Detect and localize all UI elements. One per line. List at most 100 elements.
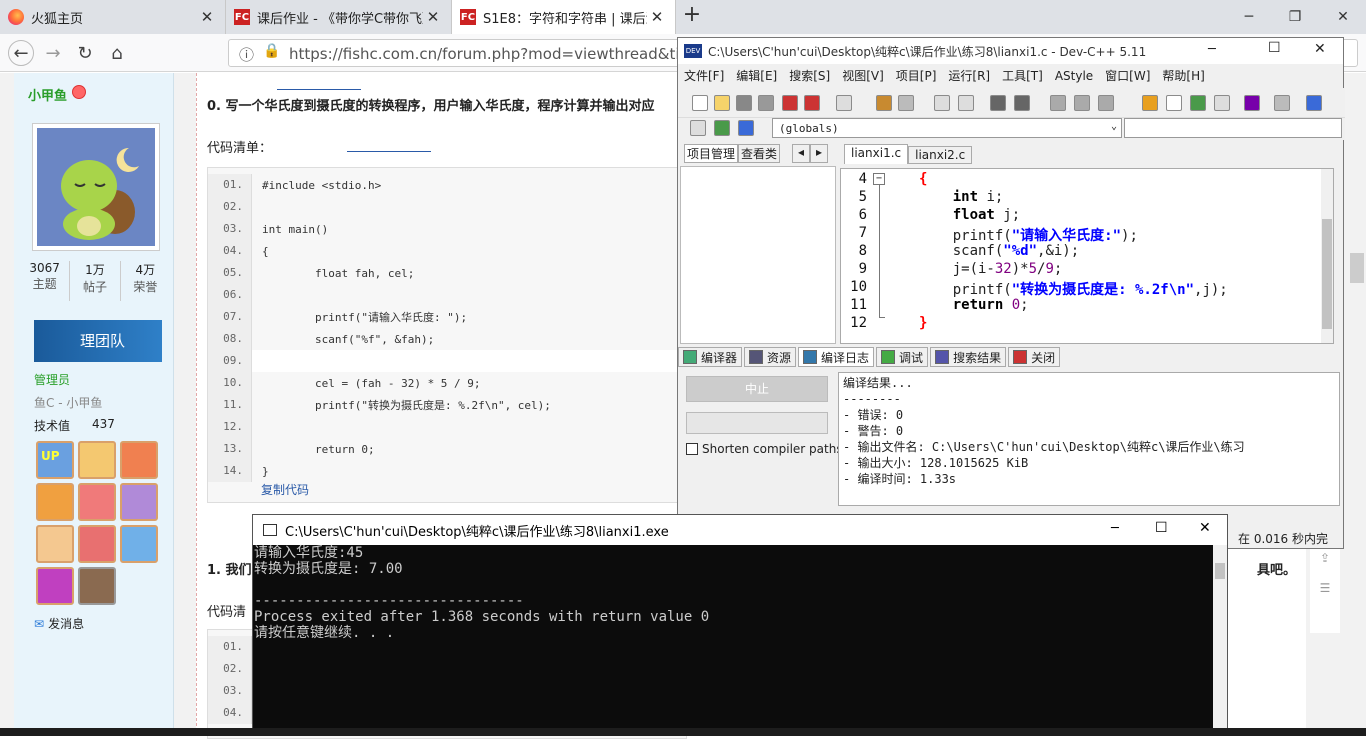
save-all-icon[interactable] [758, 95, 774, 111]
comment-icon[interactable] [1098, 95, 1114, 111]
function-select[interactable] [1124, 118, 1342, 138]
scrollbar-thumb[interactable] [1215, 563, 1225, 579]
colors-icon[interactable] [1190, 95, 1206, 111]
chevron-left-icon[interactable]: ◂ [792, 144, 811, 163]
menu-item[interactable]: 视图[V] [836, 66, 890, 86]
close-all-icon[interactable] [804, 95, 820, 111]
badge-star-icon[interactable] [36, 483, 74, 521]
find-icon[interactable] [934, 95, 950, 111]
maximize-icon[interactable]: ☐ [1268, 40, 1281, 56]
bookmark-prev-icon[interactable] [1050, 95, 1066, 111]
browser-tab-home[interactable]: 火狐主页 ✕ [0, 0, 226, 34]
menu-item[interactable]: 搜索[S] [783, 66, 836, 86]
menu-item[interactable]: 工具[T] [996, 66, 1049, 86]
browser-tab-active[interactable]: FC S1E8：字符和字符串 | 课后测 ✕ [452, 0, 676, 34]
console-output[interactable]: 请输入华氏度:45 转换为摄氏度是: 7.00 ------------------… [253, 545, 1213, 735]
redo-icon[interactable] [898, 95, 914, 111]
checkbox[interactable] [686, 443, 698, 455]
menu-item[interactable]: 帮助[H] [1156, 66, 1210, 86]
maximize-icon[interactable]: ☐ [1155, 520, 1168, 536]
browser-tab-homework[interactable]: FC 课后作业 - 《带你学C带你飞》 ✕ [226, 0, 452, 34]
project-tree[interactable] [680, 166, 836, 344]
copy-code-link[interactable]: 复制代码 [261, 481, 309, 498]
badge-purple-icon[interactable] [120, 483, 158, 521]
close-icon[interactable]: ✕ [423, 8, 443, 26]
bottom-tab[interactable]: 搜索结果 [930, 347, 1007, 367]
unindent-icon[interactable] [1014, 95, 1030, 111]
tab-classes[interactable]: 查看类 [738, 144, 781, 163]
menu-item[interactable]: 编辑[E] [730, 66, 783, 86]
menu-item[interactable]: 运行[R] [942, 66, 996, 86]
stat-topics[interactable]: 3067 主题 [20, 261, 71, 301]
reload-icon[interactable]: ↻ [72, 40, 98, 66]
close-window-icon[interactable]: ✕ [1320, 0, 1366, 34]
tab-lianxi1[interactable]: lianxi1.c [844, 144, 909, 164]
close-icon[interactable]: ✕ [647, 8, 667, 26]
badge-egg-icon[interactable] [36, 525, 74, 563]
tiles-icon[interactable] [1214, 95, 1230, 111]
badge-pie-icon[interactable] [120, 525, 158, 563]
stat-posts[interactable]: 1万 帖子 [70, 261, 121, 301]
menu-item[interactable]: 项目[P] [890, 66, 943, 86]
minimize-icon[interactable]: ─ [1111, 521, 1119, 536]
close-file-icon[interactable] [782, 95, 798, 111]
badge-clock-icon[interactable] [36, 567, 74, 605]
close-window-icon[interactable]: ✕ [1199, 520, 1211, 536]
back-icon[interactable]: ← [8, 40, 34, 66]
username[interactable]: 小甲鱼 [28, 85, 67, 104]
stop-icon[interactable] [1274, 95, 1290, 111]
bottom-tab[interactable]: 调试 [876, 347, 929, 367]
abort-button[interactable]: 中止 [686, 376, 828, 402]
bottom-tab[interactable]: 资源 [744, 347, 797, 367]
badge-medal-icon[interactable] [120, 441, 158, 479]
console-titlebar[interactable]: C:\Users\C'hun'cui\Desktop\纯粹c\课后作业\练习8\… [253, 515, 1227, 545]
scope-select[interactable]: (globals) ⌄ [772, 118, 1122, 138]
compile-log[interactable]: 编译结果... -------- - 错误: 0 - 警告: 0 - 输出文件名: C:… [838, 372, 1340, 506]
minimize-icon[interactable]: ─ [1208, 42, 1216, 57]
shorten-paths-checkbox[interactable]: Shorten compiler paths [686, 442, 843, 456]
badge-up-icon[interactable]: UP [36, 441, 74, 479]
avatar[interactable] [32, 123, 160, 251]
menu-item[interactable]: 文件[F] [678, 66, 730, 86]
print-icon[interactable] [836, 95, 852, 111]
console-scrollbar[interactable] [1213, 545, 1227, 735]
bookmark-next-icon[interactable] [1074, 95, 1090, 111]
page-scrollbar-thumb[interactable] [1350, 253, 1364, 283]
tab-project[interactable]: 项目管理 [684, 144, 739, 163]
undo-icon[interactable] [876, 95, 892, 111]
badge-chat-icon[interactable] [78, 525, 116, 563]
bottom-tab[interactable]: 编译日志 [798, 347, 875, 367]
send-message-link[interactable]: ✉ 发消息 [34, 615, 84, 632]
add-icon[interactable] [714, 120, 730, 136]
page-info-icon[interactable]: ⓘ [239, 44, 254, 65]
indent-icon[interactable] [990, 95, 1006, 111]
bottom-tab[interactable]: 关闭 [1008, 347, 1061, 367]
new-tab-button[interactable]: + [680, 4, 704, 28]
restore-icon[interactable]: ❐ [1272, 0, 1318, 34]
badge-photo-icon[interactable] [78, 567, 116, 605]
code-block[interactable]: 01. #include <stdio.h> 02. 03. int main() 04.… [207, 167, 687, 503]
chevron-right-icon[interactable]: ▸ [810, 144, 829, 163]
tab-lianxi2[interactable]: lianxi2.c [908, 146, 973, 164]
remove-icon[interactable] [738, 120, 754, 136]
team-banner[interactable]: 理团队 [34, 320, 162, 362]
devcpp-titlebar[interactable]: DEV C:\Users\C'hun'cui\Desktop\纯粹c\课后作业\… [678, 38, 1343, 64]
badge-updown-icon[interactable] [78, 441, 116, 479]
list-icon[interactable]: ☰ [1310, 573, 1340, 603]
bottom-tab[interactable]: 编译器 [678, 347, 743, 367]
menu-item[interactable]: AStyle [1049, 66, 1099, 86]
home-icon[interactable]: ⌂ [104, 40, 130, 66]
open-icon[interactable] [714, 95, 730, 111]
code-editor[interactable]: − 4{5 int i; 6 float j; 7 printf("请输入华氏度:"… [840, 168, 1334, 344]
minimize-icon[interactable]: ─ [1226, 0, 1272, 34]
stat-honors[interactable]: 4万 荣誉 [121, 261, 170, 301]
forward-icon[interactable]: → [40, 40, 66, 66]
project-icon[interactable] [690, 120, 706, 136]
check-icon[interactable] [1244, 95, 1260, 111]
close-icon[interactable]: ✕ [197, 8, 217, 26]
badge-heart-icon[interactable] [78, 483, 116, 521]
save-icon[interactable] [736, 95, 752, 111]
window-icon[interactable] [1166, 95, 1182, 111]
menu-item[interactable]: 窗口[W] [1099, 66, 1156, 86]
replace-icon[interactable] [958, 95, 974, 111]
